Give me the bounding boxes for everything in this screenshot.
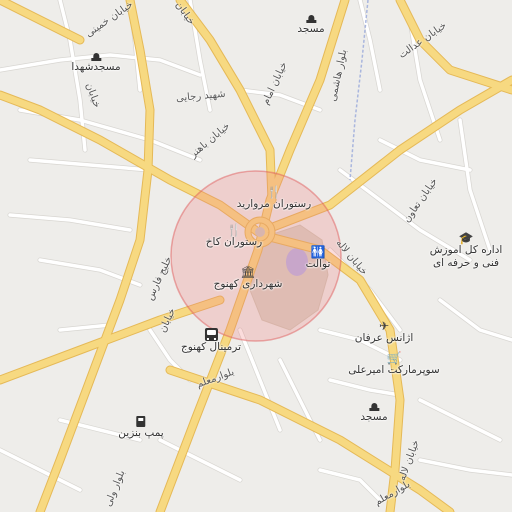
poi-label: توالت — [305, 258, 331, 270]
school-icon: 🎓 — [458, 231, 474, 245]
poi-agency-erfan[interactable]: ✈ اژانس عرفان — [355, 320, 414, 344]
mosque-icon — [369, 400, 379, 411]
poi-restaurant-kakh[interactable]: 🍴 رستوران کاخ — [206, 224, 262, 248]
mosque-icon — [306, 12, 316, 23]
cart-icon: 🛒 — [386, 351, 402, 365]
poi-label: سوپرمارکت امیرعلی — [348, 364, 440, 376]
poi-label: مسجد — [297, 23, 325, 35]
poi-terminal-kahnooj[interactable]: ترمینال کهنوج — [181, 328, 241, 353]
river-line — [349, 0, 369, 181]
poi-label: رستوران کاخ — [205, 236, 263, 248]
poi-supermarket-amirali[interactable]: 🛒 سوپرمارکت امیرعلی — [348, 352, 439, 376]
poi-label: رستوران مروارید — [236, 198, 312, 210]
poi-toilet[interactable]: 🚻 توالت — [306, 246, 331, 270]
poi-restaurant-morvarid[interactable]: 🍴 رستوران مروارید — [237, 186, 311, 210]
restaurant-icon: 🍴 — [226, 223, 242, 237]
poi-shahrdari-kahnooj[interactable]: 🏛 شهرداری کهنوج — [214, 266, 283, 290]
poi-adareh-fanni[interactable]: 🎓 اداره کل اموزش فنی و حرفه ای — [430, 232, 503, 270]
poi-label: ترمینال کهنوج — [180, 341, 242, 353]
map-view[interactable]: خیابان خمینی خیابان خیابان امام بلوار ها… — [0, 0, 512, 512]
fuel-icon — [136, 416, 146, 427]
poi-mosque-top[interactable]: مسجد — [297, 12, 325, 35]
poi-masjed-shohada[interactable]: مسجدشهدا — [71, 50, 121, 73]
poi-label: اژانس عرفان — [354, 332, 414, 344]
bus-icon — [204, 328, 218, 341]
flight-icon: ✈ — [378, 319, 390, 333]
poi-label: مسجدشهدا — [71, 61, 121, 73]
poi-label: مسجد — [360, 411, 388, 423]
poi-label: اداره کل اموزش فنی و حرفه ای — [429, 244, 503, 269]
poi-label: پمپ بنزین — [118, 427, 164, 439]
townhall-icon: 🏛 — [240, 265, 256, 279]
poi-mosque-bottom[interactable]: مسجد — [360, 400, 388, 423]
toilet-icon: 🚻 — [310, 245, 326, 259]
mosque-icon — [90, 50, 101, 61]
poi-label: شهرداری کهنوج — [213, 278, 283, 290]
poi-pomp-benzin[interactable]: پمپ بنزین — [118, 416, 164, 439]
restaurant-icon: 🍴 — [266, 185, 282, 199]
